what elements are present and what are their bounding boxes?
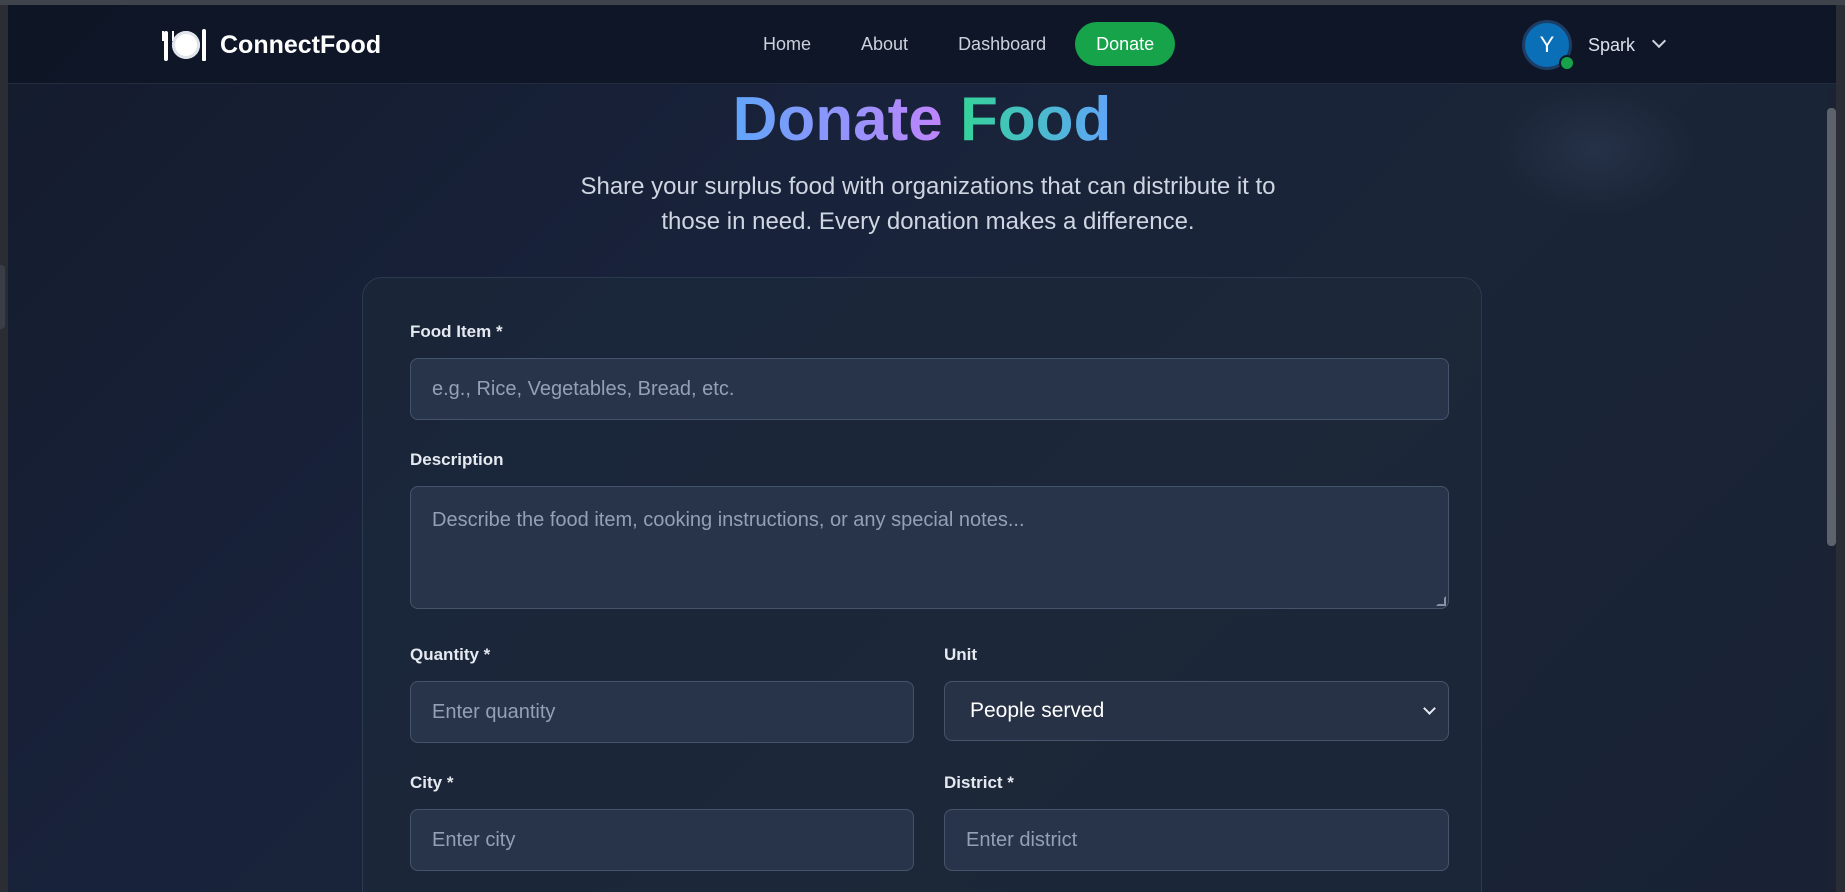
- brand[interactable]: ConnectFood: [162, 27, 381, 63]
- avatar-initial: Y: [1539, 32, 1555, 57]
- navbar: ConnectFood Home About Dashboard Donate …: [8, 5, 1836, 84]
- subtitle-line-2: those in need. Every donation makes a di…: [661, 208, 1195, 235]
- unit-label: Unit: [944, 645, 978, 664]
- description-label: Description: [410, 450, 504, 469]
- food-item-label: Food Item *: [410, 322, 503, 341]
- quantity-label: Quantity *: [410, 645, 491, 664]
- brand-name: ConnectFood: [220, 30, 382, 59]
- city-input[interactable]: Enter city: [410, 809, 914, 871]
- nav-about-link[interactable]: About: [836, 22, 933, 66]
- user-name: Spark: [1588, 34, 1636, 55]
- chevron-down-icon[interactable]: [1653, 36, 1665, 48]
- page-title: Donate Food: [8, 84, 1836, 156]
- title-word-donate: Donate: [732, 85, 943, 154]
- nav-home-link[interactable]: Home: [738, 22, 836, 66]
- district-input[interactable]: Enter district: [944, 809, 1449, 871]
- unit-selected-value: People served: [970, 699, 1105, 722]
- city-placeholder: Enter city: [432, 828, 516, 851]
- nav-donate-button[interactable]: Donate: [1075, 22, 1176, 66]
- nav-links: Home About Dashboard Donate: [738, 22, 1176, 66]
- page-subtitle: Share your surplus food with organizatio…: [528, 169, 1328, 239]
- scrollbar-thumb[interactable]: [1827, 108, 1836, 546]
- food-item-placeholder: e.g., Rice, Vegetables, Bread, etc.: [432, 377, 735, 400]
- online-status-dot: [1559, 55, 1575, 71]
- nav-dashboard-link[interactable]: Dashboard: [933, 22, 1071, 66]
- fork-knife-plate-icon: [162, 27, 206, 63]
- subtitle-line-1: Share your surplus food with organizatio…: [580, 173, 1276, 200]
- food-item-input[interactable]: e.g., Rice, Vegetables, Bread, etc.: [410, 358, 1449, 420]
- district-label: District *: [944, 773, 1014, 792]
- city-label: City *: [410, 773, 454, 792]
- unit-select[interactable]: People served: [944, 681, 1449, 741]
- district-placeholder: Enter district: [966, 828, 1078, 851]
- user-menu[interactable]: Y Spark: [1522, 20, 1665, 71]
- quantity-input[interactable]: Enter quantity: [410, 681, 914, 743]
- chevron-down-icon: [1423, 702, 1436, 715]
- description-placeholder: Describe the food item, cooking instruct…: [432, 509, 1025, 531]
- title-word-food: Food: [959, 85, 1112, 154]
- side-panel-handle[interactable]: [0, 265, 5, 329]
- description-textarea[interactable]: Describe the food item, cooking instruct…: [410, 486, 1449, 609]
- quantity-placeholder: Enter quantity: [432, 700, 556, 723]
- resize-handle-icon[interactable]: [1436, 596, 1446, 606]
- browser-window: ConnectFood Home About Dashboard Donate …: [0, 0, 1845, 892]
- page: ConnectFood Home About Dashboard Donate …: [8, 5, 1836, 892]
- avatar[interactable]: Y: [1522, 20, 1575, 71]
- donation-form-card: Food Item * e.g., Rice, Vegetables, Brea…: [362, 277, 1482, 892]
